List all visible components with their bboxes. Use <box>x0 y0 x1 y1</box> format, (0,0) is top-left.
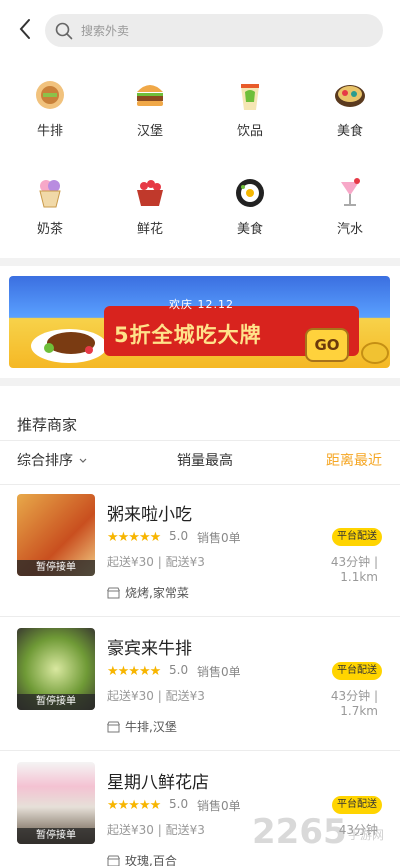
category-food[interactable]: 美食 <box>300 78 400 139</box>
flower-basket-icon <box>132 176 168 210</box>
status-badge: 暂停接单 <box>17 560 95 576</box>
sort-distance[interactable]: 距离最近 <box>326 450 382 470</box>
shop-tags: 牛排,汉堡 <box>107 718 177 735</box>
divider <box>0 616 400 617</box>
ice-cream-icon <box>32 176 68 210</box>
distance-info: 43分钟 | 1.1km <box>330 555 378 584</box>
category-label: 美食 <box>336 124 363 139</box>
category-steak[interactable]: 牛排 <box>0 78 100 139</box>
category-label: 奶茶 <box>36 222 63 237</box>
shop-tags: 烧烤,家常菜 <box>107 584 189 601</box>
watermark-text: 手游网 <box>348 828 385 842</box>
section-title: 推荐商家 <box>17 416 78 434</box>
tags-text: 玫瑰,百合 <box>125 854 177 866</box>
star-icon: ★★★★★ <box>107 530 161 545</box>
shop-thumbnail: 暂停接单 <box>17 628 95 710</box>
hamburger-icon <box>132 78 168 112</box>
delivery-badge: 平台配送 <box>332 528 382 546</box>
category-label: 美食 <box>236 222 263 237</box>
delivery-fee: 起送¥30 | 配送¥3 <box>107 555 205 569</box>
shop-card[interactable]: 暂停接单 粥来啦小吃 ★★★★★ 5.0 销售0单 平台配送 起送¥30 | 配… <box>0 484 400 618</box>
sort-bar: 综合排序 销量最高 距离最近 <box>0 450 400 474</box>
steak-plate-icon <box>31 329 107 363</box>
delivery-badge: 平台配送 <box>332 662 382 680</box>
shop-tags: 玫瑰,百合 <box>107 852 177 866</box>
search-input[interactable]: 搜索外卖 <box>45 14 383 47</box>
shop-list-section: 推荐商家 综合排序 销量最高 距离最近 暂停接单 粥来啦小吃 ★★★★★ 5.0… <box>0 386 400 866</box>
status-badge: 暂停接单 <box>17 828 95 844</box>
divider <box>0 440 400 441</box>
category-label: 汉堡 <box>136 124 163 139</box>
category-drinks[interactable]: 饮品 <box>200 78 300 139</box>
sales-count: 销售0单 <box>197 799 241 813</box>
distance-info: 43分钟 | 1.7km <box>330 689 378 718</box>
rating-value: 5.0 <box>169 797 189 811</box>
chevron-left-icon <box>19 19 30 39</box>
search-icon <box>55 22 73 39</box>
shop-thumbnail: 暂停接单 <box>17 762 95 844</box>
star-rating: ★★★★★ <box>107 664 161 679</box>
sales-count: 销售0单 <box>197 531 241 545</box>
delivery-fee: 起送¥30 | 配送¥3 <box>107 823 205 837</box>
category-flowers[interactable]: 鲜花 <box>100 176 200 237</box>
category-label: 饮品 <box>236 124 263 139</box>
star-rating: ★★★★★ <box>107 530 161 545</box>
banner-subtitle: 欢庆 12.12 <box>169 298 234 311</box>
banner-title: 5折全城吃大牌 <box>114 323 262 347</box>
back-button[interactable] <box>10 14 40 44</box>
store-icon <box>107 721 120 732</box>
shop-thumbnail: 暂停接单 <box>17 494 95 576</box>
frying-pan-icon <box>232 176 268 210</box>
watermark-number: 2265 <box>252 812 347 852</box>
category-label: 鲜花 <box>136 222 163 237</box>
sales-count: 销售0单 <box>197 665 241 679</box>
coin-icon <box>361 342 389 364</box>
category-grid: 牛排 汉堡 饮品 美食 奶茶 鲜花 美食 汽水 <box>0 62 400 258</box>
store-icon <box>107 855 120 866</box>
search-placeholder: 搜索外卖 <box>81 24 130 38</box>
banner-section: 欢庆 12.12 5折全城吃大牌 GO <box>0 266 400 378</box>
divider <box>0 750 400 751</box>
rating-value: 5.0 <box>169 529 189 543</box>
rating-value: 5.0 <box>169 663 189 677</box>
watermark: 2265 手游网 <box>252 810 397 856</box>
top-bar: 搜索外卖 <box>0 0 400 62</box>
tags-text: 烧烤,家常菜 <box>125 586 189 600</box>
hotpot-icon <box>332 78 368 112</box>
delivery-fee: 起送¥30 | 配送¥3 <box>107 689 205 703</box>
star-icon: ★★★★★ <box>107 664 161 679</box>
store-icon <box>107 587 120 598</box>
banner-go-button[interactable]: GO <box>305 328 349 362</box>
status-badge: 暂停接单 <box>17 694 95 710</box>
shop-name: 粥来啦小吃 <box>107 505 192 525</box>
shop-card[interactable]: 暂停接单 豪宾来牛排 ★★★★★ 5.0 销售0单 平台配送 起送¥30 | 配… <box>0 618 400 752</box>
drink-cup-icon <box>232 78 268 112</box>
sort-label: 综合排序 <box>17 453 73 469</box>
category-soda[interactable]: 汽水 <box>300 176 400 237</box>
shop-name: 星期八鲜花店 <box>107 773 209 793</box>
sort-sales[interactable]: 销量最高 <box>177 450 233 470</box>
star-icon: ★★★★★ <box>107 798 161 813</box>
category-burger[interactable]: 汉堡 <box>100 78 200 139</box>
cocktail-icon <box>332 176 368 210</box>
tags-text: 牛排,汉堡 <box>125 720 177 734</box>
category-label: 汽水 <box>336 222 363 237</box>
star-rating: ★★★★★ <box>107 798 161 813</box>
burger-plate-icon <box>32 78 68 112</box>
category-food-2[interactable]: 美食 <box>200 176 300 237</box>
shop-name: 豪宾来牛排 <box>107 639 192 659</box>
category-milk-tea[interactable]: 奶茶 <box>0 176 100 237</box>
sort-composite[interactable]: 综合排序 <box>17 450 87 470</box>
chevron-down-icon <box>80 458 87 463</box>
category-label: 牛排 <box>36 124 63 139</box>
promo-banner[interactable]: 欢庆 12.12 5折全城吃大牌 GO <box>9 276 390 368</box>
